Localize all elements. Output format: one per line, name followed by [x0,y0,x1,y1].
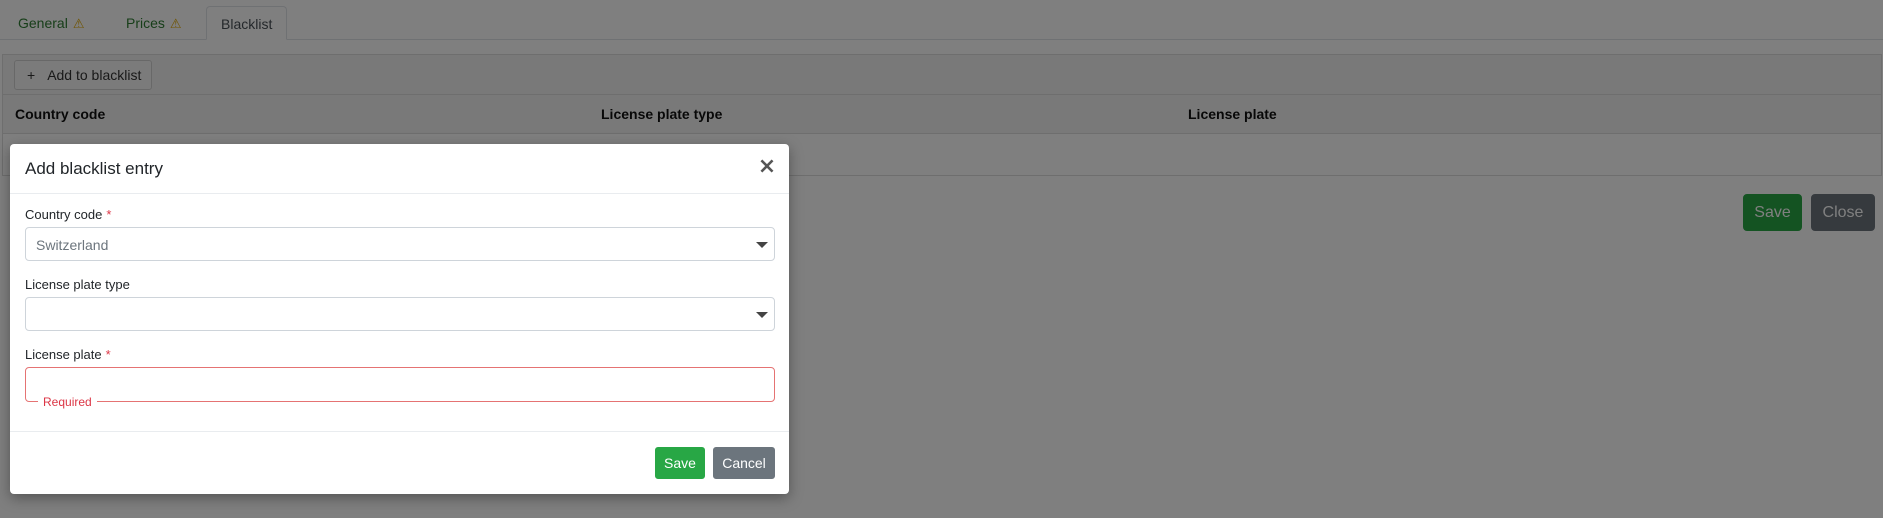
add-blacklist-entry-dialog: Add blacklist entry × Country code * Swit… [10,144,789,494]
close-icon[interactable]: × [757,155,777,179]
country-code-select[interactable]: Switzerland [25,227,775,261]
license-plate-label: License plate * [25,347,111,362]
license-plate-input[interactable] [25,367,775,402]
license-plate-type-label: License plate type [25,277,130,292]
cancel-button[interactable]: Cancel [713,447,775,479]
chevron-down-icon [756,312,768,318]
modal-title: Add blacklist entry [25,159,163,178]
license-plate-type-select[interactable] [25,297,775,331]
license-plate-required-error: Required [38,395,97,409]
modal-footer: Save Cancel [10,431,789,494]
chevron-down-icon [756,242,768,248]
required-asterisk: * [106,207,112,222]
country-code-value: Switzerland [36,237,109,253]
required-asterisk: * [105,347,111,362]
license-plate-label-text: License plate [25,347,102,362]
country-code-label-text: Country code [25,207,103,222]
save-button[interactable]: Save [655,447,705,479]
country-code-label: Country code * [25,207,111,222]
modal-header: Add blacklist entry × [10,144,789,194]
